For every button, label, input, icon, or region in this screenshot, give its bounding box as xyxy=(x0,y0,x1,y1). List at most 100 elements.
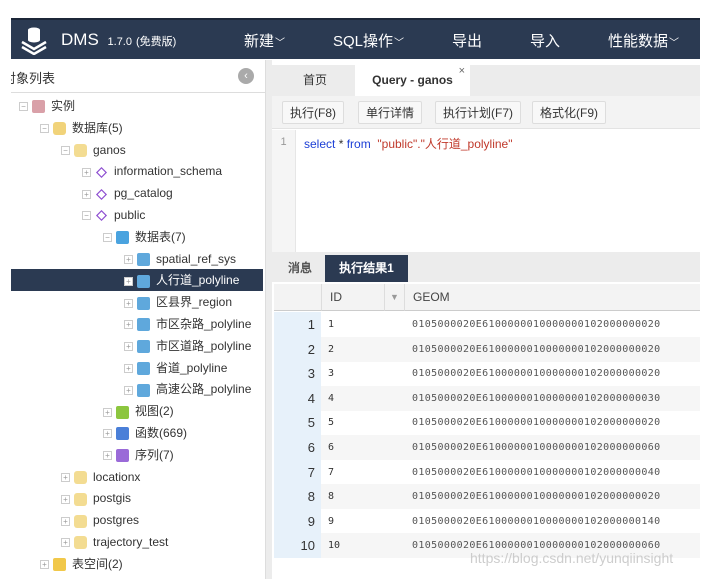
tab-label: Query - ganos xyxy=(372,73,453,87)
cell-geom[interactable]: 0105000020E6100000010000000102000000020 xyxy=(412,361,660,386)
tab-messages[interactable]: 消息 xyxy=(275,255,325,282)
expand-toggle-icon[interactable]: + xyxy=(124,254,133,264)
table-row[interactable]: 9 9 0105000020E610000001000000010200000014… xyxy=(274,508,700,534)
cell-geom[interactable]: 0105000020E6100000010000000102000000020 xyxy=(412,484,660,509)
table-row[interactable]: 8 8 0105000020E610000001000000010200000002… xyxy=(274,484,700,510)
expand-toggle-icon[interactable]: + xyxy=(124,363,133,373)
expand-toggle-icon[interactable]: + xyxy=(124,276,133,286)
expand-toggle-icon[interactable]: + xyxy=(124,385,133,395)
tree-node[interactable]: + 表空间(2) xyxy=(40,553,123,575)
expand-toggle-icon[interactable]: + xyxy=(61,516,70,526)
tree-node[interactable]: + 视图(2) xyxy=(103,400,174,422)
cell-id[interactable]: 5 xyxy=(328,410,334,435)
tree-node[interactable]: − ganos xyxy=(61,139,126,161)
cell-id[interactable]: 9 xyxy=(328,509,334,534)
table-row[interactable]: 2 2 0105000020E610000001000000010200000002… xyxy=(274,336,700,362)
column-header-id[interactable]: ID xyxy=(322,284,385,311)
cell-id[interactable]: 1 xyxy=(328,312,334,337)
table-row[interactable]: 4 4 0105000020E610000001000000010200000003… xyxy=(274,385,700,411)
table-row[interactable]: 7 7 0105000020E610000001000000010200000004… xyxy=(274,459,700,485)
expand-toggle-icon[interactable]: + xyxy=(82,189,91,199)
menu-new[interactable]: 新建﹀ xyxy=(244,30,285,51)
cell-id[interactable]: 10 xyxy=(328,533,340,558)
tree-node[interactable]: + 序列(7) xyxy=(103,444,174,466)
tree-node[interactable]: + 省道_polyline xyxy=(124,357,227,379)
tab-result-1[interactable]: 执行结果1 xyxy=(325,255,408,282)
collapse-toggle-icon[interactable]: − xyxy=(19,102,28,112)
cell-id[interactable]: 6 xyxy=(328,435,334,460)
tree-node-label: 实例 xyxy=(51,99,76,113)
tree-node[interactable]: + 高速公路_polyline xyxy=(124,378,251,400)
tree-node[interactable]: + information_schema xyxy=(82,160,222,182)
execute-button[interactable]: 执行(F8) xyxy=(282,101,344,124)
tree-node-label: public xyxy=(114,208,146,222)
expand-toggle-icon[interactable]: + xyxy=(61,472,70,482)
expand-toggle-icon[interactable]: + xyxy=(61,494,70,504)
sort-dropdown-icon[interactable]: ▼ xyxy=(385,284,405,311)
menu-sql-ops[interactable]: SQL操作﹀ xyxy=(333,30,404,51)
collapse-toggle-icon[interactable]: − xyxy=(40,124,49,134)
expand-toggle-icon[interactable]: + xyxy=(40,560,49,570)
tree-node[interactable]: − 数据库(5) xyxy=(40,117,123,139)
tree-node[interactable]: + postgres xyxy=(61,509,139,531)
collapse-toggle-icon[interactable]: − xyxy=(103,233,112,243)
tree-node[interactable]: + 市区杂路_polyline xyxy=(124,313,251,335)
tree-node[interactable]: + pg_catalog xyxy=(82,182,173,204)
cell-geom[interactable]: 0105000020E6100000010000000102000000020 xyxy=(412,337,660,362)
cell-id[interactable]: 8 xyxy=(328,484,334,509)
expand-toggle-icon[interactable]: + xyxy=(103,429,112,439)
cell-geom[interactable]: 0105000020E6100000010000000102000000030 xyxy=(412,386,660,411)
tree-node[interactable]: − public xyxy=(82,204,145,226)
expand-toggle-icon[interactable]: + xyxy=(61,538,70,548)
sql-editor[interactable]: 1 select * from "public"."人行道_polyline" xyxy=(272,130,700,252)
cell-id[interactable]: 3 xyxy=(328,361,334,386)
menu-performance[interactable]: 性能数据﹀ xyxy=(608,30,679,51)
tree-node[interactable]: + postgis xyxy=(61,487,131,509)
collapse-toggle-icon[interactable]: − xyxy=(82,211,91,221)
expand-toggle-icon[interactable]: + xyxy=(124,320,133,330)
top-nav-bar: DMS 1.7.0 (免费版) 新建﹀ SQL操作﹀ 导出 导入 性能数据﹀ xyxy=(11,18,700,59)
schema-icon xyxy=(95,210,108,222)
expand-toggle-icon[interactable]: + xyxy=(124,298,133,308)
tree-node[interactable]: + locationx xyxy=(61,466,140,488)
cell-geom[interactable]: 0105000020E6100000010000000102000000060 xyxy=(412,435,660,460)
cell-id[interactable]: 7 xyxy=(328,460,334,485)
tab-home[interactable]: 首页 xyxy=(275,65,355,96)
table-row[interactable]: 5 5 0105000020E610000001000000010200000002… xyxy=(274,410,700,436)
cell-geom[interactable]: 0105000020E6100000010000000102000000140 xyxy=(412,509,660,534)
row-detail-button[interactable]: 单行详情 xyxy=(358,101,423,124)
table-row[interactable]: 6 6 0105000020E610000001000000010200000006… xyxy=(274,435,700,460)
sql-code-line[interactable]: select * from "public"."人行道_polyline" xyxy=(304,135,513,152)
cell-id[interactable]: 2 xyxy=(328,337,334,362)
cell-geom[interactable]: 0105000020E6100000010000000102000000020 xyxy=(412,410,660,435)
explain-plan-button[interactable]: 执行计划(F7) xyxy=(435,101,521,124)
tree-node[interactable]: + 市区道路_polyline xyxy=(124,335,251,357)
tree-node[interactable]: + 区县界_region xyxy=(124,291,232,313)
panel-splitter[interactable] xyxy=(265,60,272,579)
cell-geom[interactable]: 0105000020E6100000010000000102000000040 xyxy=(412,460,660,485)
collapse-toggle-icon[interactable]: − xyxy=(61,145,70,155)
cell-geom[interactable]: 0105000020E6100000010000000102000000020 xyxy=(412,312,660,337)
expand-toggle-icon[interactable]: + xyxy=(103,407,112,417)
cell-id[interactable]: 4 xyxy=(328,386,334,411)
table-row[interactable]: 3 3 0105000020E610000001000000010200000002… xyxy=(274,361,700,387)
menu-import[interactable]: 导入 xyxy=(530,30,560,51)
tree-node-label: 数据库(5) xyxy=(72,120,123,135)
tree-node[interactable]: + spatial_ref_sys xyxy=(124,248,236,270)
close-tab-icon[interactable]: × xyxy=(459,56,465,87)
tab-query-ganos[interactable]: Query - ganos × xyxy=(355,65,470,96)
tree-node[interactable]: + 人行道_polyline xyxy=(11,269,263,292)
collapse-sidebar-icon[interactable]: ‹ xyxy=(238,68,254,84)
format-button[interactable]: 格式化(F9) xyxy=(532,101,606,124)
table-icon xyxy=(137,318,150,332)
tree-node[interactable]: + trajectory_test xyxy=(61,531,168,553)
column-header-geom[interactable]: GEOM xyxy=(405,284,700,311)
table-row[interactable]: 1 1 0105000020E610000001000000010200000002… xyxy=(274,312,700,337)
menu-export[interactable]: 导出 xyxy=(452,30,482,51)
tree-node[interactable]: − 实例 xyxy=(19,95,75,117)
expand-toggle-icon[interactable]: + xyxy=(124,342,133,352)
tree-node[interactable]: − 数据表(7) xyxy=(103,226,186,248)
tree-node[interactable]: + 函数(669) xyxy=(103,422,187,444)
expand-toggle-icon[interactable]: + xyxy=(103,451,112,461)
expand-toggle-icon[interactable]: + xyxy=(82,167,91,177)
